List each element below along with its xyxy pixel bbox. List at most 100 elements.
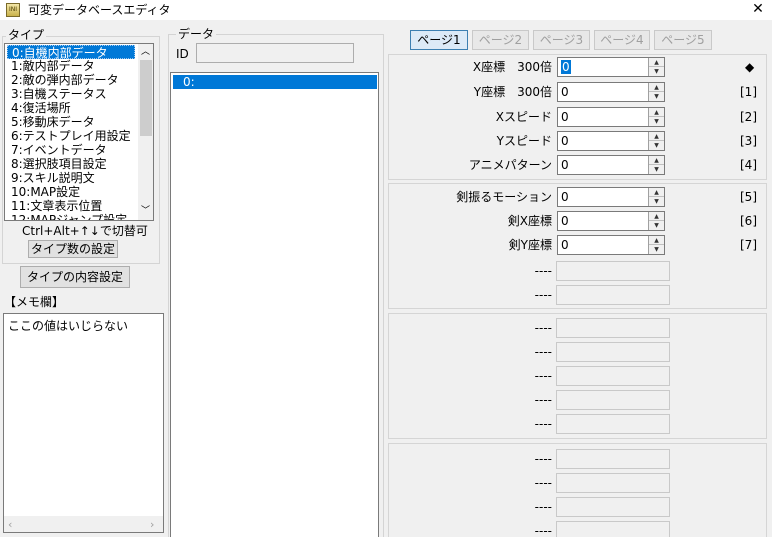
spin-down-icon[interactable]: ▼ [649, 221, 664, 230]
id-field[interactable] [196, 43, 354, 63]
spinner-buttons[interactable]: ▲ ▼ [648, 83, 664, 101]
tab-page-1[interactable]: ページ1 [410, 30, 468, 50]
empty-field-label: ---- [534, 500, 552, 514]
spinner-value[interactable]: 0 [561, 85, 569, 99]
spin-up-icon[interactable]: ▲ [649, 108, 664, 117]
type-list-item[interactable]: 6:テストプレイ用設定 [5, 129, 138, 143]
type-list-item[interactable]: 3:自機ステータス [5, 87, 138, 101]
spin-down-icon[interactable]: ▼ [649, 245, 664, 254]
field-label: 剣振るモーション [456, 190, 552, 204]
empty-field-label: ---- [534, 321, 552, 335]
value-spinner[interactable]: 0 ▲ ▼ [557, 82, 665, 102]
type-list-item[interactable]: 10:MAP設定 [5, 185, 138, 199]
spinner-buttons[interactable]: ▲ ▼ [648, 156, 664, 174]
empty-field [556, 366, 670, 386]
empty-field-label: ---- [534, 369, 552, 383]
type-list-item[interactable]: 8:選択肢項目設定 [5, 157, 138, 171]
empty-field [556, 473, 670, 493]
spin-down-icon[interactable]: ▼ [649, 92, 664, 101]
spin-down-icon[interactable]: ▼ [649, 141, 664, 150]
value-spinner[interactable]: 0 ▲ ▼ [557, 107, 665, 127]
empty-field [556, 261, 670, 281]
value-spinner[interactable]: 0 ▲ ▼ [557, 57, 665, 77]
type-list-item[interactable]: 7:イベントデータ [5, 143, 138, 157]
field-label: アニメパターン [468, 158, 552, 172]
field-index: ◆ [745, 60, 755, 74]
field-label: 剣X座標 [507, 214, 552, 228]
type-list-item[interactable]: 0:自機内部データ [7, 45, 135, 60]
spin-down-icon[interactable]: ▼ [649, 165, 664, 174]
empty-field [556, 521, 670, 537]
switch-hint: Ctrl+Alt+↑↓で切替可 [22, 224, 148, 238]
data-listbox[interactable]: 0: [170, 72, 379, 537]
type-list-item[interactable]: 1:敵内部データ [5, 59, 138, 73]
spin-down-icon[interactable]: ▼ [649, 117, 664, 126]
field-label: Yスピード [496, 134, 552, 148]
spinner-value[interactable]: 0 [561, 60, 571, 74]
spin-up-icon[interactable]: ▲ [649, 188, 664, 197]
empty-field-label: ---- [534, 452, 552, 466]
spinner-value[interactable]: 0 [561, 190, 569, 204]
close-icon[interactable]: ✕ [748, 0, 768, 18]
spinner-value[interactable]: 0 [561, 158, 569, 172]
field-label: Xスピード [495, 110, 552, 124]
memo-hscrollbar[interactable]: ‹ › [4, 516, 163, 532]
empty-field [556, 342, 670, 362]
memo-text: ここの値はいじらない [8, 319, 129, 333]
spinner-buttons[interactable]: ▲ ▼ [648, 108, 664, 126]
spin-up-icon[interactable]: ▲ [649, 236, 664, 245]
spinner-value[interactable]: 0 [561, 214, 569, 228]
scroll-left-icon[interactable]: ‹ [8, 517, 12, 533]
scroll-up-icon[interactable]: ︿ [141, 47, 150, 57]
tab-page-2[interactable]: ページ2 [472, 30, 529, 50]
spin-up-icon[interactable]: ▲ [649, 83, 664, 92]
spinner-buttons[interactable]: ▲ ▼ [648, 236, 664, 254]
type-scrollbar[interactable]: ︿ ﹀ [138, 44, 153, 220]
tab-page-5[interactable]: ページ5 [654, 30, 712, 50]
value-spinner[interactable]: 0 ▲ ▼ [557, 235, 665, 255]
type-list-item[interactable]: 11:文章表示位置 [5, 199, 138, 213]
value-spinner[interactable]: 0 ▲ ▼ [557, 131, 665, 151]
field-index: [1] [740, 85, 757, 99]
spinner-value[interactable]: 0 [561, 134, 569, 148]
type-count-button[interactable]: タイプ数の設定 [28, 240, 118, 258]
type-content-button[interactable]: タイプの内容設定 [20, 266, 130, 288]
memo-textarea[interactable]: ここの値はいじらない ‹ › [3, 313, 164, 533]
value-spinner[interactable]: 0 ▲ ▼ [557, 187, 665, 207]
empty-field [556, 497, 670, 517]
data-list-item[interactable]: 0: [173, 75, 377, 89]
type-listbox[interactable]: 0:自機内部データ 1:敵内部データ 2:敵の弾内部データ 3:自機ステータス 4:復活… [4, 43, 154, 221]
tab-page-3[interactable]: ページ3 [533, 30, 590, 50]
type-list-item[interactable]: 12:MAPジャンプ設定 [5, 213, 138, 220]
field-label: 剣Y座標 [508, 238, 552, 252]
type-list-item[interactable]: 9:スキル説明文 [5, 171, 138, 185]
spin-down-icon[interactable]: ▼ [649, 197, 664, 206]
spinner-buttons[interactable]: ▲ ▼ [648, 132, 664, 150]
spinner-buttons[interactable]: ▲ ▼ [648, 188, 664, 206]
type-list-item[interactable]: 2:敵の弾内部データ [5, 73, 138, 87]
window-title: 可変データベースエディタ [28, 3, 171, 17]
empty-field [556, 318, 670, 338]
spin-up-icon[interactable]: ▲ [649, 58, 664, 67]
id-label: ID [176, 47, 189, 61]
field-index: [7] [740, 238, 757, 252]
type-list-item[interactable]: 5:移動床データ [5, 115, 138, 129]
type-list-item[interactable]: 4:復活場所 [5, 101, 138, 115]
spinner-buttons[interactable]: ▲ ▼ [648, 212, 664, 230]
tab-page-4[interactable]: ページ4 [594, 30, 650, 50]
value-spinner[interactable]: 0 ▲ ▼ [557, 211, 665, 231]
scroll-right-icon[interactable]: › [150, 517, 154, 533]
spinner-value[interactable]: 0 [561, 110, 569, 124]
scroll-down-icon[interactable]: ﹀ [141, 206, 150, 216]
field-index: [2] [740, 110, 757, 124]
spin-up-icon[interactable]: ▲ [649, 132, 664, 141]
value-spinner[interactable]: 0 ▲ ▼ [557, 155, 665, 175]
scroll-thumb[interactable] [140, 60, 152, 136]
spin-down-icon[interactable]: ▼ [649, 67, 664, 76]
spinner-buttons[interactable]: ▲ ▼ [648, 58, 664, 76]
spinner-value[interactable]: 0 [561, 238, 569, 252]
spin-up-icon[interactable]: ▲ [649, 212, 664, 221]
empty-field-label: ---- [534, 288, 552, 302]
field-index: [4] [740, 158, 757, 172]
spin-up-icon[interactable]: ▲ [649, 156, 664, 165]
